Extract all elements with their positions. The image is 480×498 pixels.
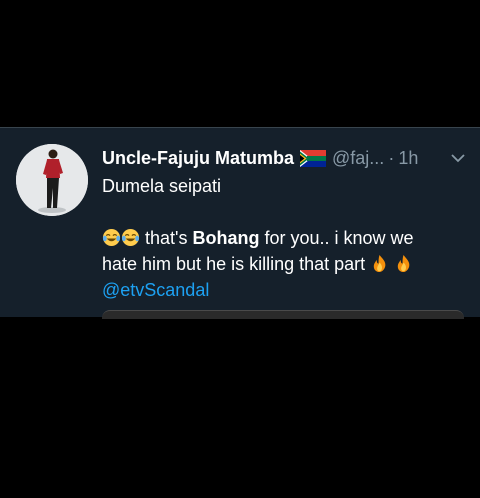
tweet-line-2-bold: Bohang bbox=[192, 228, 260, 248]
fire-emoji bbox=[373, 254, 386, 273]
tweet-line-2-post: for you.. i know we bbox=[259, 228, 414, 248]
avatar-photo bbox=[16, 144, 88, 216]
tweet-card[interactable]: Uncle-Fajuju Matumba @faj... · 1h Dumela… bbox=[0, 127, 480, 319]
mention-link[interactable]: @etvScandal bbox=[102, 277, 462, 303]
tweet-line-2: that's Bohang for you.. i know we bbox=[102, 225, 462, 251]
tears-of-joy-emoji bbox=[121, 228, 140, 247]
south-africa-flag-icon bbox=[300, 149, 327, 167]
tweet-line-2-pre: that's bbox=[140, 228, 193, 248]
display-name[interactable]: Uncle-Fajuju Matumba bbox=[102, 148, 294, 169]
tweet-line-3: hate him but he is killing that part bbox=[102, 251, 462, 277]
media-preview[interactable] bbox=[102, 310, 464, 319]
user-handle[interactable]: @faj... bbox=[332, 148, 384, 169]
timestamp[interactable]: 1h bbox=[398, 148, 418, 169]
avatar[interactable] bbox=[16, 144, 88, 216]
fire-emoji bbox=[397, 254, 410, 273]
tweet-header: Uncle-Fajuju Matumba @faj... · 1h bbox=[102, 145, 466, 171]
separator-dot: · bbox=[388, 147, 395, 168]
chevron-down-icon[interactable] bbox=[450, 150, 466, 166]
tweet-line-3-text: hate him but he is killing that part bbox=[102, 254, 371, 274]
tears-of-joy-emoji bbox=[102, 228, 121, 247]
tweet-text: Dumela seipati that's Bohang for you.. i… bbox=[102, 173, 462, 303]
tweet-line-1: Dumela seipati bbox=[102, 176, 222, 196]
